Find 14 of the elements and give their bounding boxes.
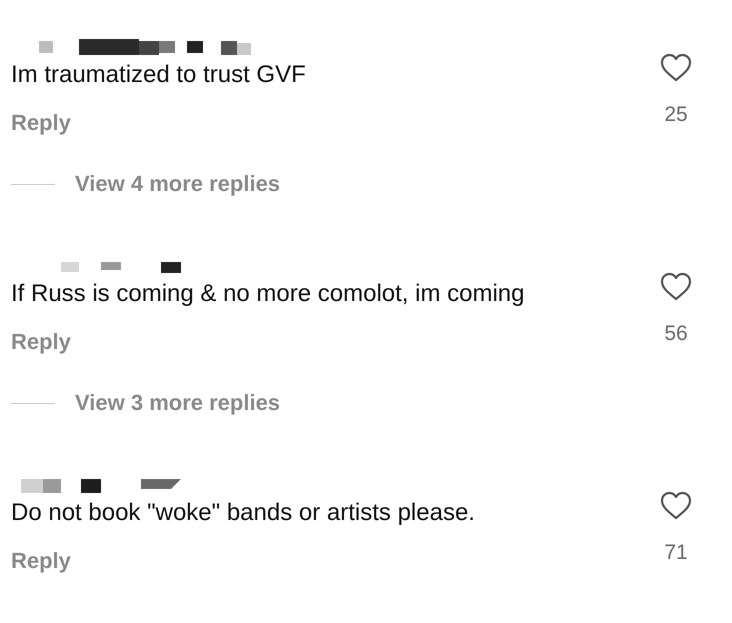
reply-link[interactable]: Reply (11, 545, 71, 577)
comment-text: Im traumatized to trust GVF (11, 60, 307, 90)
comment-text: If Russ is coming & no more comolot, im coming (11, 279, 526, 309)
heart-icon[interactable] (660, 53, 692, 83)
heart-icon[interactable] (660, 272, 692, 302)
reply-link[interactable]: Reply (11, 107, 71, 139)
view-replies-link[interactable]: View 3 more replies (75, 389, 280, 417)
heart-icon[interactable] (660, 491, 692, 521)
like-count: 56 (664, 321, 688, 347)
comment-text: Do not book "woke" bands or artists please. (11, 498, 476, 528)
like-count: 71 (664, 540, 688, 566)
like-count: 25 (664, 102, 688, 128)
reply-link[interactable]: Reply (11, 326, 71, 358)
view-replies-link[interactable]: View 4 more replies (75, 170, 280, 198)
